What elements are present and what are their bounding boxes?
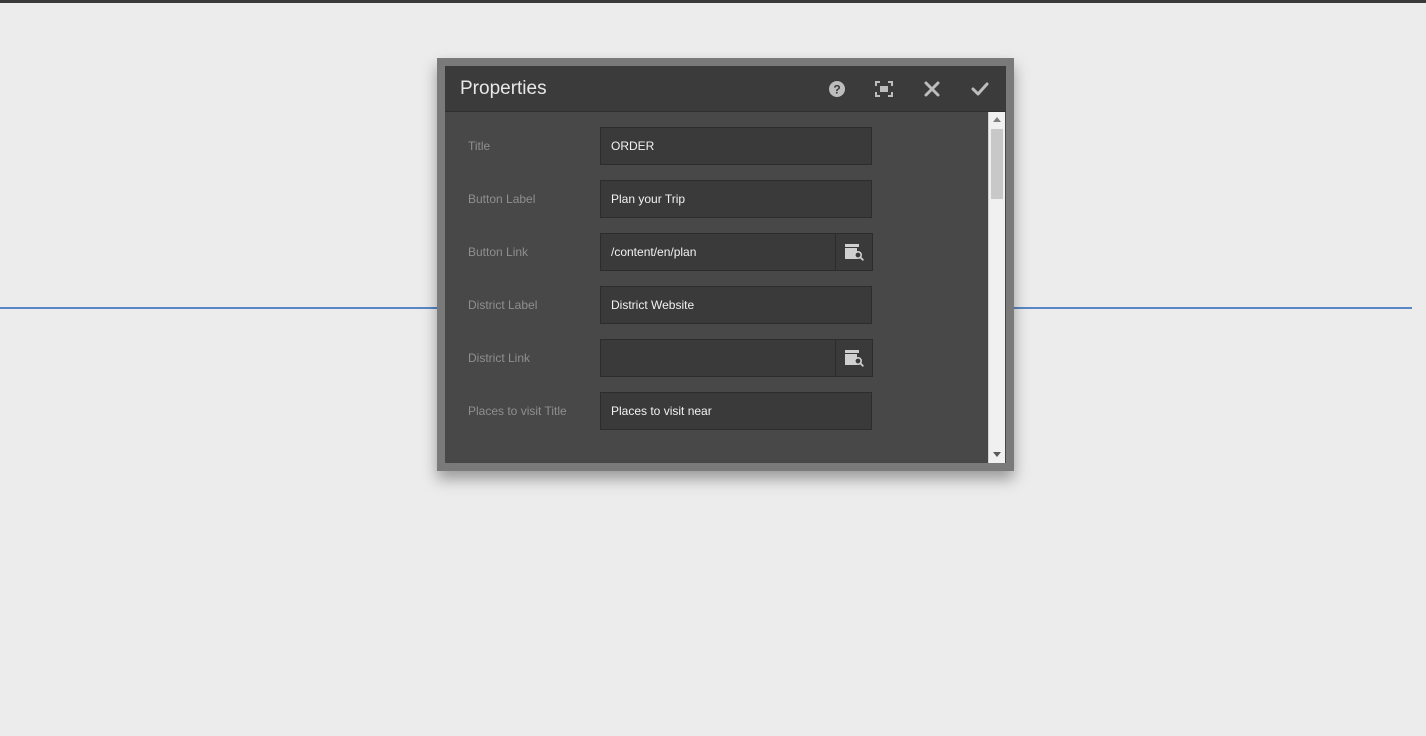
browse-path-icon — [845, 244, 864, 261]
scroll-up-arrow[interactable] — [993, 117, 1001, 122]
field-row-title: Title — [445, 127, 988, 165]
field-row-district-label: District Label — [445, 286, 988, 324]
field-row-places-title: Places to visit Title — [445, 392, 988, 430]
properties-dialog: Properties ? Title ORDER Button Label Pl… — [445, 66, 1006, 463]
help-icon: ? — [829, 81, 845, 97]
field-row-button-label: Button Label — [445, 180, 988, 218]
help-button[interactable]: ? — [824, 76, 850, 102]
district-label-input[interactable] — [600, 286, 872, 324]
dialog-body: Title Button Label Button Link — [445, 112, 988, 463]
field-row-button-link: Button Link — [445, 233, 988, 271]
check-icon — [971, 82, 989, 96]
top-bar — [0, 0, 1426, 3]
dialog-header: Properties ? — [445, 66, 1006, 112]
button-link-browse-button[interactable] — [835, 233, 873, 271]
places-title-label: Places to visit Title — [468, 404, 567, 418]
fullscreen-icon — [875, 81, 893, 97]
svg-text:?: ? — [833, 83, 840, 97]
done-button[interactable] — [967, 76, 993, 102]
scroll-down-arrow[interactable] — [993, 452, 1001, 457]
guide-line-left — [0, 307, 440, 309]
district-label-label: District Label — [468, 298, 538, 312]
scroll-thumb[interactable] — [991, 129, 1003, 199]
properties-dialog-frame: Properties ? Title ORDER Button Label Pl… — [437, 58, 1014, 471]
district-link-label: District Link — [468, 351, 531, 365]
fullscreen-button[interactable] — [871, 76, 897, 102]
title-input[interactable] — [600, 127, 872, 165]
district-link-input[interactable] — [600, 339, 836, 377]
close-icon — [924, 81, 940, 97]
district-link-browse-button[interactable] — [835, 339, 873, 377]
button-link-label: Button Link — [468, 245, 529, 259]
dialog-scrollbar[interactable] — [988, 112, 1005, 463]
button-label-label: Button Label — [468, 192, 536, 206]
title-label: Title — [468, 139, 491, 153]
places-title-input[interactable] — [600, 392, 872, 430]
field-row-district-link: District Link — [445, 339, 988, 377]
dialog-title: Properties — [460, 78, 547, 99]
close-button[interactable] — [919, 76, 945, 102]
button-label-input[interactable] — [600, 180, 872, 218]
browse-path-icon — [845, 350, 864, 367]
button-link-input[interactable] — [600, 233, 836, 271]
guide-line-right — [1012, 307, 1412, 309]
